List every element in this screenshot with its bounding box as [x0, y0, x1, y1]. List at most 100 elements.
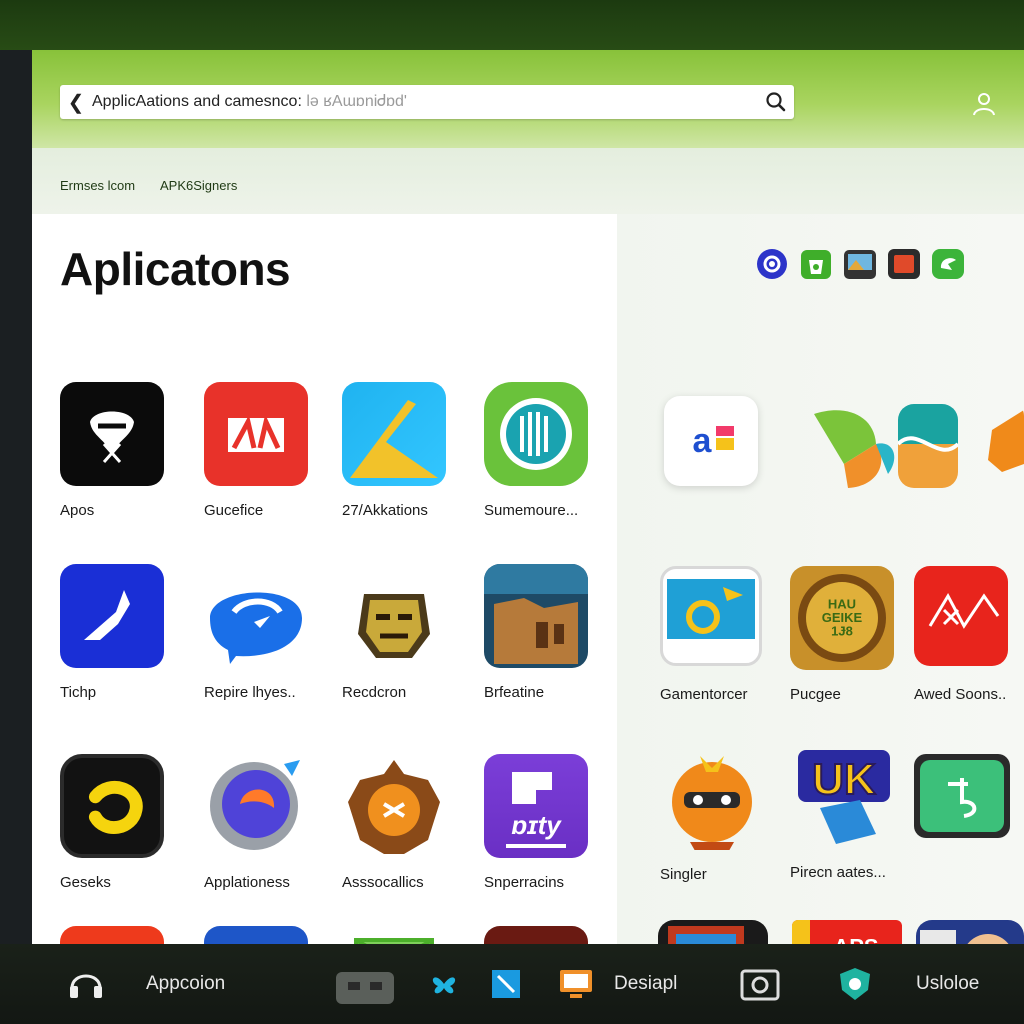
header-bar: ❮ ApplicAations and camesnco: lə ʁAɯɒniᏧ… — [32, 50, 1024, 148]
app-icon-snperracins[interactable]: ɒɪty — [484, 754, 588, 858]
app-tile[interactable]: 27/Akkations — [342, 382, 462, 519]
media-icon[interactable] — [886, 246, 922, 282]
featured-icon-a-text: a — [693, 422, 713, 460]
featured-icon-fox[interactable] — [982, 400, 1024, 480]
featured-tile[interactable]: Gamentorcer — [660, 566, 780, 703]
featured-icon-row4-1[interactable] — [658, 920, 768, 945]
app-icon-row4-4[interactable] — [484, 926, 588, 945]
app-icon-recdcron[interactable] — [342, 564, 446, 668]
featured-tile[interactable]: APSTARE — [792, 920, 912, 945]
search-input[interactable]: ApplicAations and camesnco: lə ʁAɯɒniᏧɒd… — [92, 93, 758, 111]
featured-tile[interactable] — [916, 920, 1024, 945]
app-icon-sumemoure[interactable] — [484, 382, 588, 486]
monitor-icon[interactable] — [558, 964, 594, 1004]
taskbar-item-desiapl[interactable]: Desiapl — [614, 964, 677, 1004]
app-tile[interactable]: ɒɪty Snperracins — [484, 754, 604, 891]
app-tile[interactable] — [60, 926, 180, 945]
featured-icon-awed-soons[interactable] — [914, 566, 1008, 666]
app-label: Gucefice — [204, 502, 264, 519]
featured-tile[interactable]: UK Pirecn aates... — [790, 744, 910, 881]
app-label: Tichp — [60, 684, 97, 701]
robot-icon[interactable] — [330, 964, 400, 1004]
taskbar-label: Desiapl — [614, 973, 678, 994]
featured-tile[interactable]: Awed Soons.. — [914, 566, 1024, 703]
app-tile[interactable] — [484, 926, 604, 945]
featured-tile[interactable]: HAU GEIKE 1Ɉ8 Pucgee — [790, 566, 910, 703]
shield-icon[interactable] — [838, 964, 872, 1004]
app-icon-geseks[interactable] — [60, 754, 164, 858]
app-tile[interactable]: Gucefice — [204, 382, 324, 519]
featured-tile[interactable] — [658, 920, 778, 945]
bag-icon[interactable] — [798, 246, 834, 282]
eye-icon[interactable] — [754, 246, 790, 282]
app-tile[interactable]: Asssocallics — [342, 754, 462, 891]
app-label: Asssocallics — [342, 874, 424, 891]
featured-icon-layers[interactable] — [898, 404, 958, 488]
featured-tile[interactable] — [982, 400, 1024, 480]
search-query-faded-text: lə ʁAɯɒniᏧɒd' — [301, 93, 407, 110]
app-icon-row4-1[interactable] — [60, 926, 164, 945]
taskbar-item-appcoion[interactable]: Appcoion — [146, 964, 225, 1004]
app-store-window: ❮ ApplicAations and camesnco: lə ʁAɯɒniᏧ… — [32, 50, 1024, 945]
featured-icon-pucgee[interactable]: HAU GEIKE 1Ɉ8 — [790, 566, 894, 670]
taskbar-label: Usloloe — [916, 973, 980, 994]
app-tile[interactable]: Brfeatine — [484, 564, 604, 701]
app-icon-tichp[interactable] — [60, 564, 164, 668]
app-label: Snperracins — [484, 874, 565, 891]
app-icon-row4-3[interactable] — [342, 926, 446, 945]
app-tile[interactable] — [204, 926, 324, 945]
featured-icon-green-tile[interactable] — [914, 754, 1010, 838]
featured-label: Awed Soons.. — [914, 686, 1007, 703]
desktop-left-edge — [0, 50, 32, 950]
featured-icon-singler[interactable] — [660, 746, 764, 850]
app-icon-gucefice[interactable] — [204, 382, 308, 486]
featured-tile[interactable]: a — [664, 396, 784, 486]
app-icon-row4-2[interactable] — [204, 926, 308, 945]
featured-tile[interactable]: Singler — [660, 746, 780, 883]
sub-navigation: Ermses lcom APK6Signers — [32, 148, 1024, 214]
app-icon-apos[interactable] — [60, 382, 164, 486]
headphones-icon[interactable] — [66, 964, 106, 1004]
app-tile[interactable]: Repire lhyes.. — [204, 564, 324, 701]
app-icon-asssocallics[interactable] — [342, 754, 446, 858]
document-icon[interactable] — [490, 964, 522, 1004]
magnifier-icon[interactable] — [758, 91, 794, 113]
user-icon[interactable] — [970, 90, 998, 118]
featured-icon-apps-store[interactable]: APSTARE — [792, 920, 902, 945]
featured-icon-row4-3[interactable] — [916, 920, 1024, 945]
app-tile[interactable]: Recdcron — [342, 564, 462, 701]
arrow-left-icon[interactable]: ❮ — [60, 90, 92, 115]
app-tile[interactable]: Sumemoure... — [484, 382, 604, 519]
chat-icon[interactable] — [930, 246, 966, 282]
taskbar-item-usloloe[interactable]: Usloloe — [916, 964, 979, 1004]
app-label: Brfeatine — [484, 684, 545, 701]
app-tile[interactable]: Tichp — [60, 564, 180, 701]
gallery-icon[interactable] — [842, 246, 878, 282]
app-label: Apos — [60, 502, 95, 519]
subnav-item-ermses[interactable]: Ermses lcom — [60, 178, 135, 193]
app-label: Sumemoure... — [484, 502, 579, 519]
featured-icon-a[interactable]: a — [664, 396, 758, 486]
featured-icon-gamentorcer[interactable] — [660, 566, 762, 666]
featured-label: Pirecn aates... — [790, 864, 886, 881]
app-icon-brfeatine[interactable] — [484, 564, 588, 668]
featured-tile[interactable] — [914, 754, 1024, 838]
app-tile[interactable]: Geseks — [60, 754, 180, 891]
featured-label: Pucgee — [790, 686, 841, 703]
app-icon-applationess[interactable] — [204, 754, 308, 858]
camera-icon[interactable] — [740, 964, 780, 1004]
featured-label: Singler — [660, 866, 707, 883]
app-label: 27/Akkations — [342, 502, 428, 519]
app-tile[interactable]: Apos — [60, 382, 180, 519]
app-tile[interactable] — [342, 926, 462, 945]
search-bar[interactable]: ❮ ApplicAations and camesnco: lə ʁAɯɒniᏧ… — [60, 85, 794, 119]
featured-icon-pirecn-aates[interactable]: UK — [790, 744, 900, 854]
featured-label: Gamentorcer — [660, 686, 748, 703]
subnav-item-apk-signers[interactable]: APK6Signers — [160, 178, 237, 193]
app-tile[interactable]: Applationess — [204, 754, 324, 891]
featured-icon-swirl[interactable] — [804, 394, 908, 498]
butterfly-icon[interactable] — [428, 964, 460, 1004]
app-label: Applationess — [204, 874, 290, 891]
app-icon-27akkations[interactable] — [342, 382, 446, 486]
app-icon-repire[interactable] — [204, 564, 308, 668]
